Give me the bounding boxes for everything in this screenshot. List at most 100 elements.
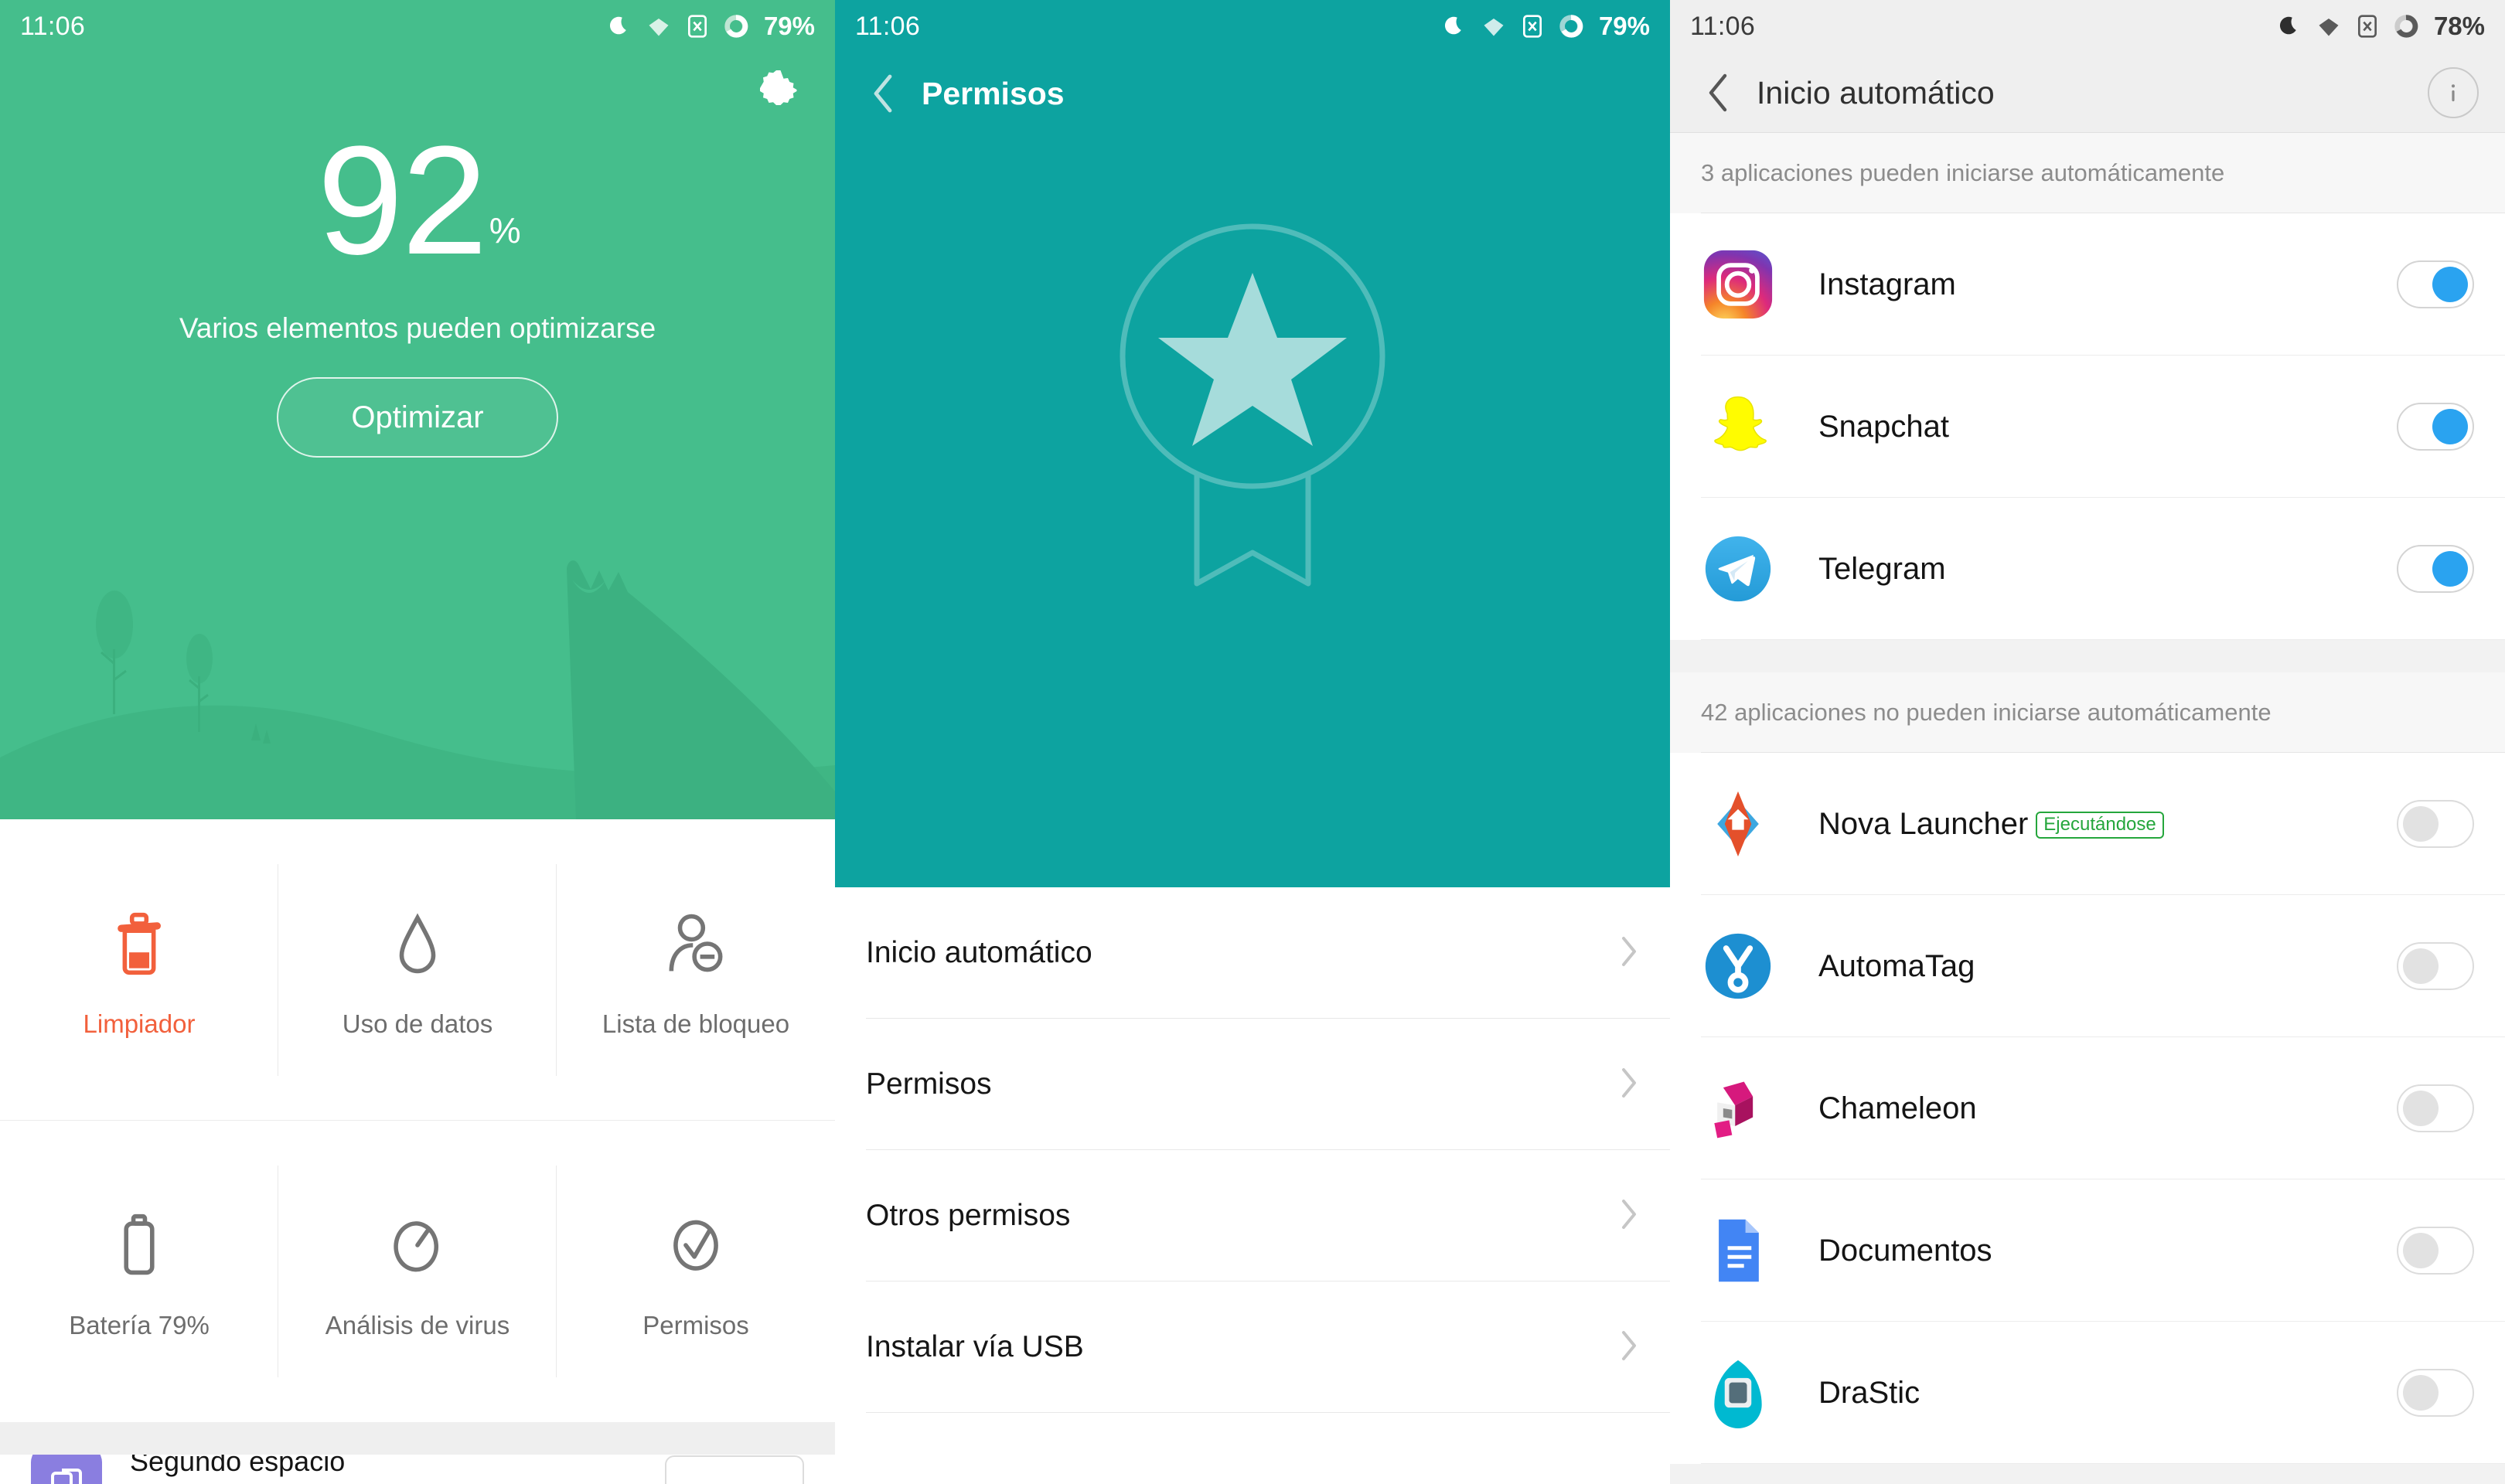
permission-row-inicio-automatico[interactable]: Inicio automático [835, 887, 1670, 1019]
app-row-snapchat[interactable]: Snapchat [1670, 356, 2505, 498]
app-row-documentos[interactable]: Documentos [1670, 1179, 2505, 1322]
status-badge: Ejecutándose [2036, 812, 2164, 839]
permission-row-permisos[interactable]: Permisos [835, 1019, 1670, 1150]
permission-row-otros-permisos[interactable]: Otros permisos [835, 1150, 1670, 1281]
battery-percent: 79% [1598, 12, 1650, 40]
status-icons: 79% [1443, 12, 1650, 41]
section-header-allowed: 3 aplicaciones pueden iniciarse automáti… [1670, 133, 2505, 213]
toggle-knob [2432, 409, 2468, 444]
status-time: 11:06 [1690, 11, 1756, 41]
autostart-toggle[interactable] [2397, 1369, 2474, 1417]
app-name: Snapchat [1818, 409, 1950, 444]
moon-icon [1444, 16, 1461, 35]
permission-row-instalar-via-usb[interactable]: Instalar vía USB [835, 1281, 1670, 1413]
battery-icon [120, 1203, 158, 1277]
autostart-toggle[interactable] [2397, 260, 2474, 308]
app-name: Documentos [1818, 1233, 1992, 1268]
chevron-right-icon [1619, 1329, 1639, 1366]
row-label: Instalar vía USB [866, 1330, 1084, 1363]
tool-lista-de-bloqueo[interactable]: Lista de bloqueo [557, 819, 835, 1121]
instagram-icon [1701, 247, 1775, 322]
trash-icon [112, 901, 166, 975]
status-icons: 79% [608, 12, 815, 41]
app-name: DraStic [1818, 1375, 1920, 1410]
toggle-knob [2432, 551, 2468, 587]
section-header-blocked: 42 aplicaciones no pueden iniciarse auto… [1670, 672, 2505, 753]
panel-permissions: 11:06 79% Permisos Inicio automático Per… [835, 0, 1670, 1484]
google-docs-icon [1701, 1213, 1775, 1288]
autostart-toggle[interactable] [2397, 545, 2474, 593]
app-row-instagram[interactable]: Instagram [1670, 213, 2505, 356]
moon-icon [2279, 16, 2296, 35]
battery-ring-icon [1559, 15, 1583, 38]
app-name-text: Nova Launcher [1818, 806, 2029, 841]
tool-label: Limpiador [83, 1009, 196, 1038]
tool-label: Permisos [642, 1311, 749, 1339]
telegram-icon [1701, 532, 1775, 606]
moon-icon [609, 16, 626, 35]
chevron-right-icon [1619, 935, 1639, 972]
snapchat-icon [1701, 390, 1775, 464]
chevron-right-icon [1619, 1198, 1639, 1234]
info-button[interactable] [2428, 67, 2479, 118]
cleaner-hero: 11:06 79% 92% Varios elementos pueden op… [0, 0, 835, 819]
app-row-telegram[interactable]: Telegram [1670, 498, 2505, 640]
user-block-icon [666, 901, 725, 975]
back-button[interactable] [1696, 71, 1740, 114]
battery-ring-icon [2394, 15, 2418, 38]
panel-autostart: 11:06 78% Inicio automático 3 aplicacion… [1670, 0, 2505, 1484]
page-title: Permisos [922, 75, 1065, 111]
toggle-knob [2403, 948, 2439, 984]
tool-analisis-de-virus[interactable]: Análisis de virus [278, 1121, 557, 1422]
app-row-automatag[interactable]: AutomaTag [1670, 895, 2505, 1037]
app-row-chameleon[interactable]: Chameleon [1670, 1037, 2505, 1179]
sim-missing-icon [2357, 15, 2377, 38]
autostart-toggle[interactable] [2397, 1227, 2474, 1275]
landscape-illustration [0, 560, 835, 819]
back-button[interactable] [861, 72, 905, 115]
tool-label: Batería 79% [69, 1311, 210, 1339]
status-time: 11:06 [855, 11, 921, 41]
app-list-allowed: Instagram Snapchat Telegram [1670, 213, 2505, 640]
status-bar-teal: 11:06 79% [835, 0, 1670, 53]
second-space-row[interactable]: Segundo espacio [0, 1455, 835, 1484]
autostart-toggle[interactable] [2397, 403, 2474, 451]
status-bar-gray: 11:06 78% [1670, 0, 2505, 53]
toggle-knob [2432, 267, 2468, 302]
optimize-button[interactable]: Optimizar [277, 377, 558, 458]
app-row-drastic[interactable]: DraStic [1670, 1322, 2505, 1464]
app-name: Telegram [1818, 551, 1946, 586]
score-value-row: 92% [0, 124, 835, 278]
wifi-icon [1484, 19, 1504, 36]
row-label: Otros permisos [866, 1199, 1071, 1232]
tool-limpiador[interactable]: Limpiador [0, 819, 278, 1121]
second-space-action-button[interactable] [665, 1455, 804, 1484]
chevron-right-icon [1619, 1067, 1639, 1103]
tool-permisos[interactable]: Permisos [557, 1121, 835, 1422]
app-name: Chameleon [1818, 1091, 1977, 1125]
autostart-toggle[interactable] [2397, 800, 2474, 848]
sim-missing-icon [687, 15, 707, 38]
chevron-left-icon [874, 74, 892, 113]
settings-button[interactable] [750, 60, 809, 119]
permissions-hero: 11:06 79% Permisos [835, 0, 1670, 887]
wifi-icon [649, 19, 669, 36]
chameleon-icon [1701, 1071, 1775, 1145]
autostart-toggle[interactable] [2397, 942, 2474, 990]
tool-label: Uso de datos [342, 1009, 493, 1038]
autostart-toggle[interactable] [2397, 1084, 2474, 1132]
app-name: Instagram [1818, 267, 1956, 301]
scan-icon [392, 1203, 443, 1277]
app-list-blocked: Nova Launcher Ejecutándose AutomaTag Cha… [1670, 753, 2505, 1464]
permissions-list: Inicio automático Permisos Otros permiso… [835, 887, 1670, 1413]
status-bar-green: 11:06 79% [0, 0, 835, 53]
tool-uso-de-datos[interactable]: Uso de datos [278, 819, 557, 1121]
tool-bateria[interactable]: Batería 79% [0, 1121, 278, 1422]
info-icon [2451, 84, 2456, 102]
toggle-knob [2403, 1233, 2439, 1268]
status-icons: 78% [2278, 12, 2485, 41]
drastic-icon [1701, 1356, 1775, 1430]
wifi-icon [2319, 19, 2339, 36]
app-row-nova-launcher[interactable]: Nova Launcher Ejecutándose [1670, 753, 2505, 895]
toggle-knob [2403, 1375, 2439, 1411]
